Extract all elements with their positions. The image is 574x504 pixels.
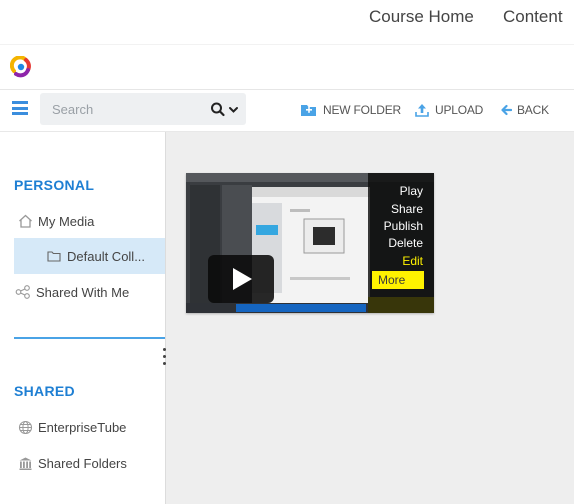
search-icon [211, 102, 225, 117]
personal-section-title: PERSONAL [14, 177, 95, 193]
top-navigation: Course Home Content [0, 0, 574, 40]
sidebar-item-label: Default Coll... [67, 248, 146, 264]
sidebar-item-my-media[interactable]: My Media [0, 204, 165, 238]
section-divider [14, 337, 165, 339]
menu-item-share[interactable]: Share [391, 202, 423, 216]
search-button[interactable] [210, 101, 242, 119]
media-tile[interactable]: Play Share Publish Delete Edit More [186, 173, 434, 313]
content-link[interactable]: Content [503, 7, 563, 27]
sidebar-item-label: Shared With Me [36, 284, 130, 300]
building-icon [16, 454, 34, 472]
menu-item-publish[interactable]: Publish [384, 219, 423, 233]
new-folder-icon [301, 105, 316, 116]
sidebar: PERSONAL My Media Default Coll... Shared… [0, 132, 165, 504]
back-button[interactable]: BACK [500, 101, 549, 119]
share-icon [14, 283, 32, 301]
home-icon [16, 212, 34, 230]
sidebar-item-label: My Media [38, 213, 95, 229]
upload-label: UPLOAD [435, 103, 484, 117]
course-home-link[interactable]: Course Home [369, 7, 474, 27]
sidebar-item-shared-folders[interactable]: Shared Folders [0, 446, 165, 480]
sidebar-item-default-collection[interactable]: Default Coll... [14, 238, 165, 274]
folder-icon [45, 247, 63, 265]
hamburger-icon[interactable] [12, 101, 28, 115]
sidebar-item-label: EnterpriseTube [38, 419, 127, 435]
sidebar-item-enterprisetube[interactable]: EnterpriseTube [0, 410, 165, 444]
menu-item-more[interactable]: More [372, 271, 424, 289]
menu-item-delete[interactable]: Delete [388, 236, 423, 250]
sidebar-item-shared-with-me[interactable]: Shared With Me [0, 275, 165, 309]
search-input[interactable] [40, 93, 200, 125]
new-folder-button[interactable]: NEW FOLDER [300, 101, 401, 119]
menu-item-play[interactable]: Play [400, 184, 423, 198]
app-header [0, 44, 574, 90]
media-grid: Play Share Publish Delete Edit More [166, 132, 574, 504]
upload-icon [415, 104, 429, 117]
new-folder-label: NEW FOLDER [323, 103, 402, 117]
back-label: BACK [517, 103, 549, 117]
search-box [40, 93, 246, 125]
play-icon[interactable] [208, 255, 274, 303]
chevron-down-icon [229, 107, 238, 113]
tile-action-menu: Play Share Publish Delete Edit More [368, 173, 434, 313]
back-arrow-icon [501, 104, 512, 116]
sidebar-item-label: Shared Folders [38, 455, 127, 471]
upload-button[interactable]: UPLOAD [414, 101, 483, 119]
globe-icon [16, 418, 34, 436]
app-logo-icon [10, 56, 31, 78]
shared-section-title: SHARED [14, 383, 75, 399]
toolbar: NEW FOLDER UPLOAD BACK [0, 90, 574, 132]
menu-item-edit[interactable]: Edit [402, 254, 423, 268]
